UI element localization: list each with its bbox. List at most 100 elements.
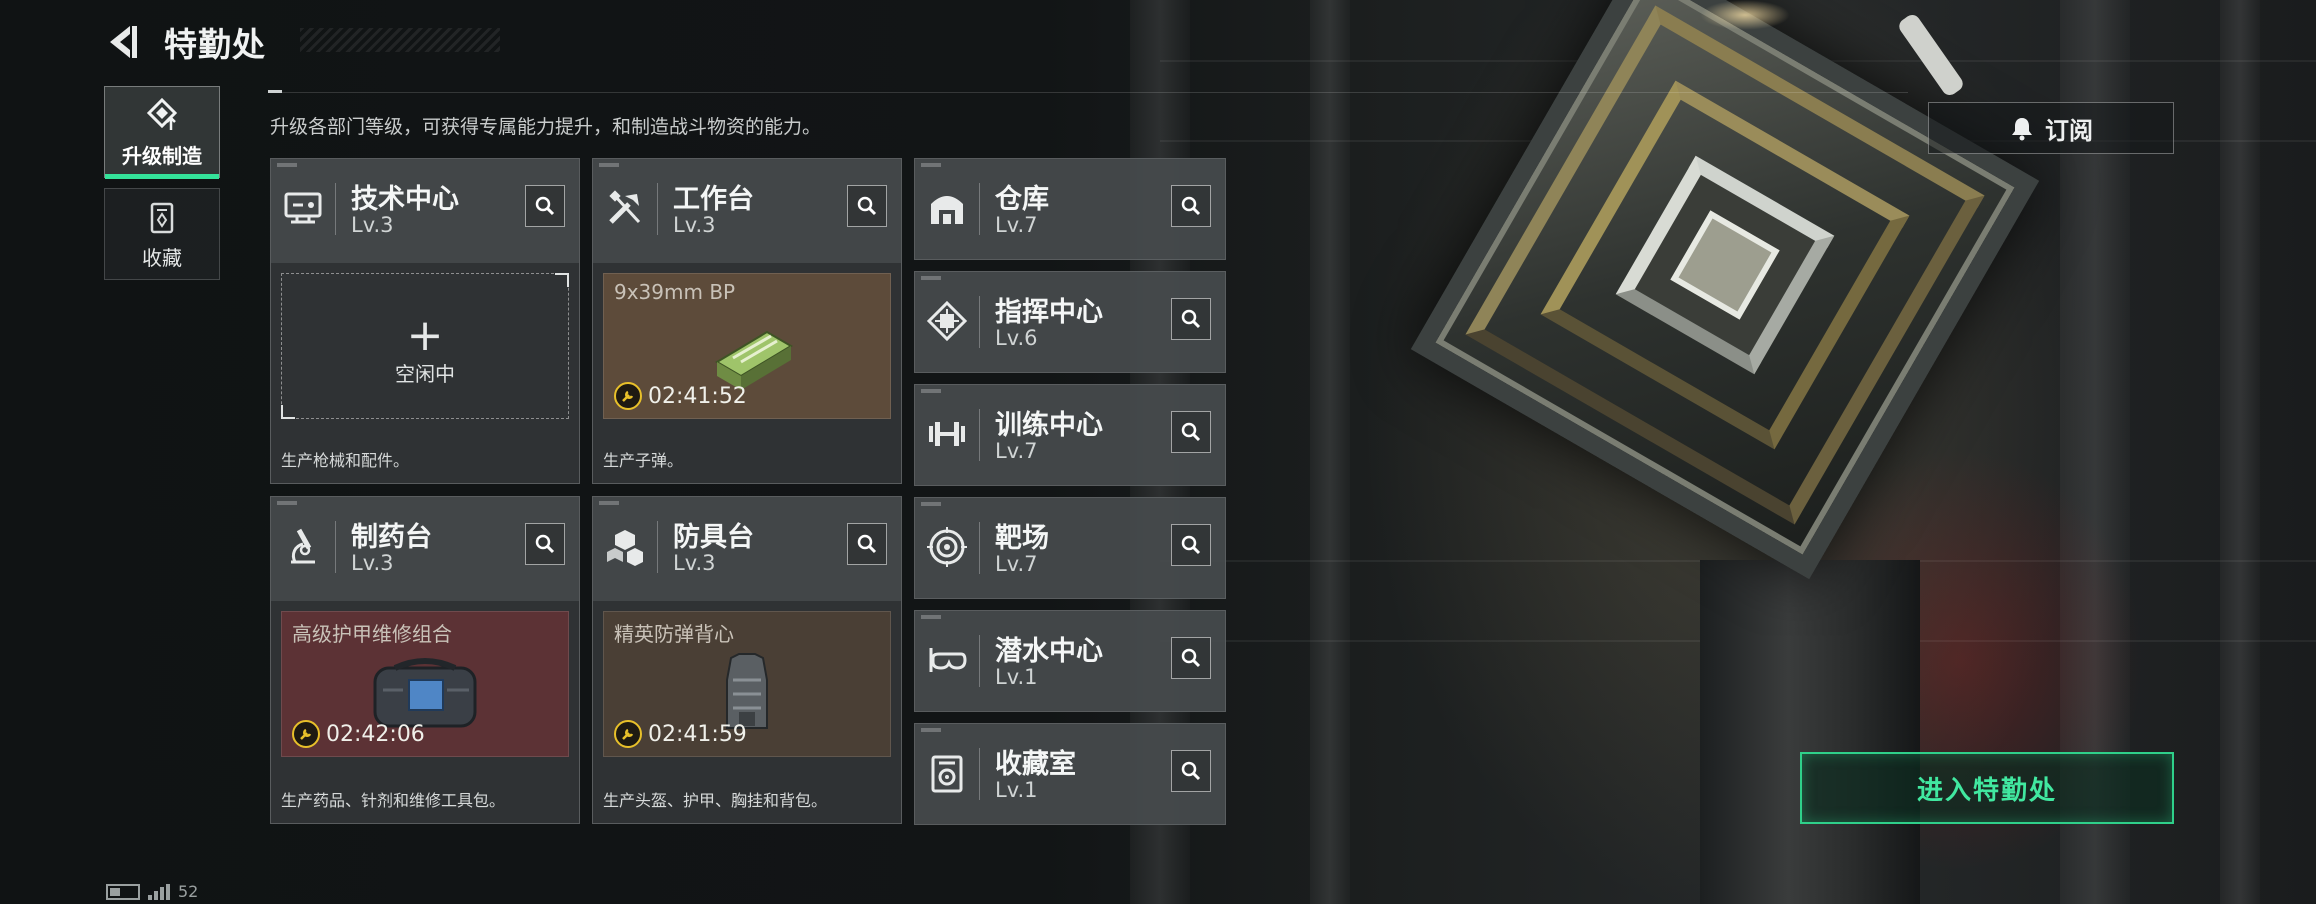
bell-icon	[2012, 118, 2032, 141]
production-slot[interactable]: 9x39mm BP 02:41:52	[603, 273, 891, 419]
facility-name: 训练中心	[995, 410, 1103, 441]
facility-level: Lv.3	[351, 551, 394, 575]
nav-tab-label: 收藏	[142, 245, 182, 270]
facility-name: 技术中心	[351, 184, 459, 215]
vault-icon	[925, 748, 969, 798]
warehouse-icon	[925, 183, 969, 233]
nav-tab-upgrade-craft[interactable]: 升级制造	[104, 86, 220, 179]
facility-level: Lv.1	[995, 665, 1038, 689]
facility-card-vault[interactable]: 收藏室 Lv.1	[914, 723, 1226, 825]
enter-button-label: 进入特勤处	[1916, 775, 2057, 806]
inspect-button[interactable]	[1171, 637, 1211, 679]
facility-card-warehouse[interactable]: 仓库 Lv.7	[914, 158, 1226, 260]
upgrade-craft-icon	[146, 97, 178, 130]
item-name: 9x39mm BP	[614, 280, 736, 304]
inspect-button[interactable]	[847, 185, 887, 227]
inspect-button[interactable]	[1171, 524, 1211, 566]
search-icon	[535, 196, 555, 216]
facility-card-workbench[interactable]: 工作台 Lv.3 9x39mm BP 02:41:52 生产子弹。	[592, 158, 902, 484]
facility-card-command-center[interactable]: 指挥中心 Lv.6	[914, 271, 1226, 373]
dumbbell-icon	[925, 409, 969, 459]
facility-name: 指挥中心	[995, 297, 1103, 328]
search-icon	[1181, 196, 1201, 216]
collection-icon	[150, 202, 174, 233]
signal-icon	[148, 883, 170, 900]
production-slot[interactable]: 精英防弹背心 02:41:59	[603, 611, 891, 757]
facility-name: 收藏室	[995, 749, 1076, 780]
microscope-icon	[281, 521, 325, 571]
facility-level: Lv.7	[995, 552, 1038, 576]
facility-card-training-center[interactable]: 训练中心 Lv.7	[914, 384, 1226, 486]
item-name: 高级护甲维修组合	[292, 622, 452, 646]
search-icon	[535, 534, 555, 554]
page-title: 特勤处	[164, 25, 266, 64]
item-name: 精英防弹背心	[614, 622, 734, 646]
facility-card-diving-center[interactable]: 潜水中心 Lv.1	[914, 610, 1226, 712]
back-arrow-icon	[110, 26, 137, 58]
inspect-button[interactable]	[525, 523, 565, 565]
page-description: 升级各部门等级，可获得专属能力提升，和制造战斗物资的能力。	[270, 116, 822, 138]
facility-card-pharmacy[interactable]: 制药台 Lv.3 高级护甲维修组合 02:42:06 生产药品、针剂和维修工具包…	[270, 496, 580, 824]
production-timer: 02:41:52	[648, 383, 747, 409]
inspect-button[interactable]	[1171, 185, 1211, 227]
inspect-button[interactable]	[847, 523, 887, 565]
facility-name: 防具台	[673, 522, 754, 553]
wrench-timer-icon	[614, 720, 642, 748]
facility-name: 制药台	[351, 522, 432, 553]
search-icon	[1181, 761, 1201, 781]
facility-card-tech-center[interactable]: 技术中心 Lv.3 + 空闲中 生产枪械和配件。	[270, 158, 580, 484]
wrench-timer-icon	[292, 720, 320, 748]
divider-mark	[268, 90, 282, 93]
search-icon	[1181, 648, 1201, 668]
facility-level: Lv.3	[673, 213, 716, 237]
chip-icon	[925, 296, 969, 346]
production-slot[interactable]: 高级护甲维修组合 02:42:06	[281, 611, 569, 757]
facility-level: Lv.3	[351, 213, 394, 237]
facility-card-shooting-range[interactable]: 靶场 Lv.7	[914, 497, 1226, 599]
battery-icon	[106, 883, 140, 900]
inspect-button[interactable]	[1171, 750, 1211, 792]
target-icon	[925, 522, 969, 572]
header-divider	[268, 92, 1908, 93]
facility-level: Lv.1	[995, 778, 1038, 802]
production-timer: 02:42:06	[326, 721, 425, 747]
facility-level: Lv.3	[673, 551, 716, 575]
facility-name: 靶场	[995, 523, 1049, 554]
facility-level: Lv.7	[995, 213, 1038, 237]
inspect-button[interactable]	[525, 185, 565, 227]
facility-name: 潜水中心	[995, 636, 1103, 667]
cubes-icon	[603, 521, 647, 571]
inspect-button[interactable]	[1171, 411, 1211, 453]
wrench-timer-icon	[614, 382, 642, 410]
facility-level: Lv.7	[995, 439, 1038, 463]
back-button[interactable]	[100, 18, 148, 66]
subscribe-label: 订阅	[2045, 116, 2093, 145]
nav-tab-collection[interactable]: 收藏	[104, 188, 220, 280]
search-icon	[1181, 309, 1201, 329]
ping-value: 52	[178, 882, 199, 901]
search-icon	[1181, 422, 1201, 442]
facility-description: 生产头盔、护甲、胸挂和背包。	[603, 791, 828, 810]
inspect-button[interactable]	[1171, 298, 1211, 340]
facility-description: 生产枪械和配件。	[281, 451, 410, 470]
title-decoration	[300, 28, 500, 52]
enter-special-ops-button[interactable]: 进入特勤处	[1800, 752, 2174, 824]
search-icon	[857, 534, 877, 554]
facility-level: Lv.6	[995, 326, 1038, 350]
facility-name: 工作台	[673, 184, 754, 215]
device-status-bar: 52	[106, 882, 198, 901]
search-icon	[1181, 535, 1201, 555]
nav-tab-label: 升级制造	[122, 143, 202, 168]
production-timer: 02:41:59	[648, 721, 747, 747]
tools-icon	[603, 183, 647, 233]
monitor-icon	[281, 183, 325, 233]
facility-card-armor-bench[interactable]: 防具台 Lv.3 精英防弹背心 02:41:59 生产头盔、护甲、胸挂和背包。	[592, 496, 902, 824]
slot-status: 空闲中	[395, 362, 455, 386]
plus-icon: +	[406, 310, 444, 361]
facility-name: 仓库	[995, 184, 1049, 215]
subscribe-button[interactable]: 订阅	[1928, 102, 2174, 154]
facility-description: 生产药品、针剂和维修工具包。	[281, 791, 506, 810]
production-slot-empty[interactable]: + 空闲中	[281, 273, 569, 419]
diving-mask-icon	[925, 635, 969, 685]
facility-description: 生产子弹。	[603, 451, 684, 470]
